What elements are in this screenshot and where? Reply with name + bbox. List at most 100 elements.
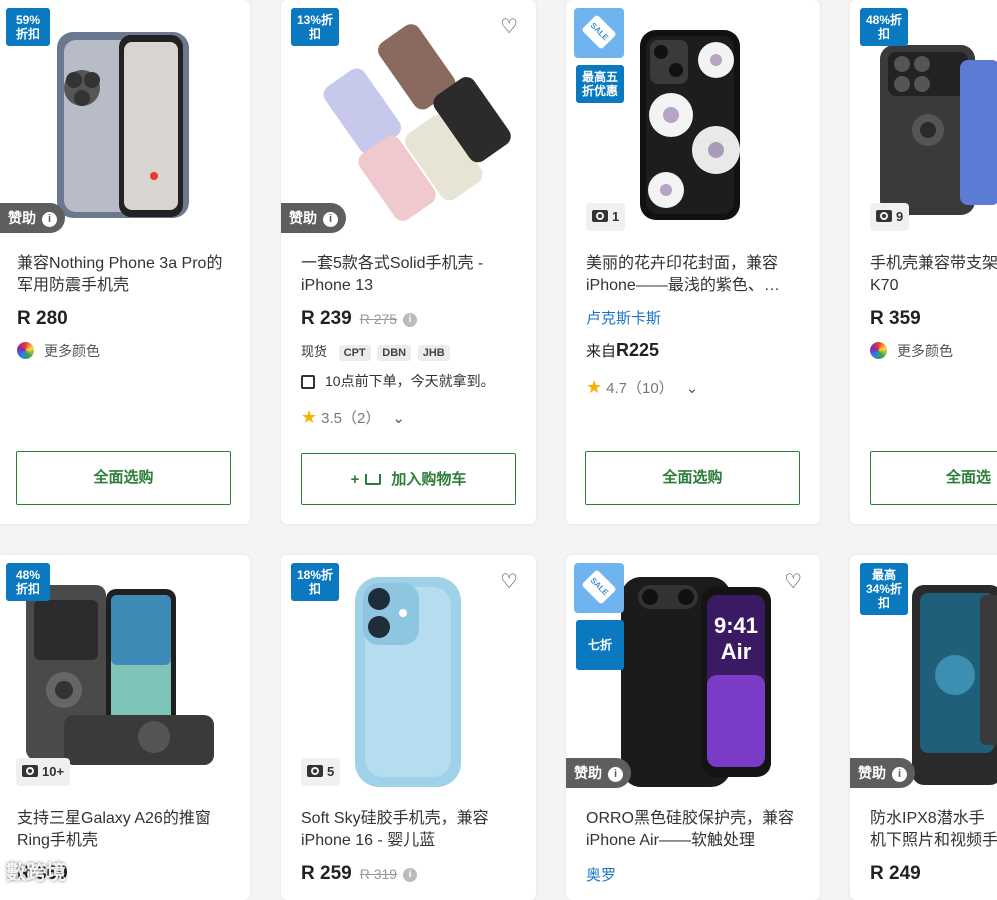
rating[interactable]: ★ 4.7（10） ⌄ bbox=[586, 377, 698, 398]
info-icon[interactable]: i bbox=[892, 767, 907, 782]
product-title[interactable]: 防水IPX8潜水手机下照片和视频手机 bbox=[870, 808, 997, 852]
chevron-down-icon[interactable]: ⌄ bbox=[686, 379, 699, 397]
discount-badge: 七折 bbox=[576, 620, 624, 670]
product-image[interactable]: 13%折扣 ♡ 赞助 i bbox=[281, 0, 536, 235]
rating-value: 3.5 bbox=[321, 410, 342, 427]
sale-tag-label: SALE bbox=[581, 14, 617, 50]
product-price: R 249 bbox=[870, 863, 921, 884]
star-icon: ★ bbox=[301, 407, 318, 427]
discount-badge: 48%折扣 bbox=[860, 8, 908, 46]
product-card[interactable]: 48%折扣 10+ 支持三星Galaxy A26的推窗Ring手机壳 R 369 bbox=[0, 555, 250, 900]
discount-badge: 最高34%折扣 bbox=[860, 563, 908, 615]
shop-all-button[interactable]: 全面选购 bbox=[585, 451, 800, 505]
sale-tag-label: SALE bbox=[581, 569, 617, 605]
delivery-text: 10点前下单，今天就拿到。 bbox=[325, 373, 495, 389]
camera-icon bbox=[307, 765, 323, 777]
discount-badge: 13%折扣 bbox=[291, 8, 339, 46]
chevron-down-icon[interactable]: ⌄ bbox=[392, 409, 405, 427]
sponsored-label: 赞助 bbox=[8, 210, 36, 226]
sponsored-badge[interactable]: 赞助 i bbox=[850, 758, 915, 788]
sponsored-badge[interactable]: 赞助 i bbox=[281, 203, 346, 233]
old-price: R 275 bbox=[359, 311, 398, 327]
color-wheel-icon bbox=[17, 342, 34, 359]
location-chip: CPT bbox=[338, 345, 371, 361]
product-image[interactable]: SALE 七折 ♡ 9:41 Air 赞助 i bbox=[566, 555, 820, 790]
from-price: 来自R225 bbox=[586, 340, 659, 361]
product-price: R 259 R 319 i bbox=[301, 863, 418, 885]
more-colors[interactable]: 更多颜色 bbox=[17, 341, 100, 361]
product-card[interactable]: 48%折扣 9 手机壳兼容带支架K70 R 359 更多颜色 全面选 bbox=[850, 0, 997, 524]
more-colors[interactable]: 更多颜色 bbox=[870, 341, 953, 361]
product-price: R 280 bbox=[17, 308, 68, 329]
more-colors-label: 更多颜色 bbox=[897, 343, 953, 359]
discount-badge: 最高五折优惠 bbox=[576, 65, 624, 103]
discount-badge: 59%折扣 bbox=[6, 8, 50, 46]
from-label: 来自 bbox=[586, 343, 617, 360]
sale-tag-icon: SALE bbox=[574, 8, 624, 58]
heart-icon[interactable]: ♡ bbox=[500, 569, 518, 594]
product-card[interactable]: SALE 七折 ♡ 9:41 Air 赞助 i ORRO黑色硅胶保护壳，兼容iPh… bbox=[566, 555, 820, 900]
heart-icon[interactable]: ♡ bbox=[500, 14, 518, 39]
product-card[interactable]: SALE 最高五折优惠 1 美丽的花卉印花封面，兼容iPhone——最浅的紫色、… bbox=[566, 0, 820, 524]
more-colors-label: 更多颜色 bbox=[44, 343, 100, 359]
rating[interactable]: ★ 3.5（2） ⌄ bbox=[301, 407, 405, 428]
info-icon[interactable]: i bbox=[42, 212, 57, 227]
watermark-text: 數跨境 bbox=[6, 862, 66, 884]
sponsored-badge[interactable]: 赞助 i bbox=[0, 203, 65, 233]
watermark: 數跨境 bbox=[0, 856, 146, 890]
shop-all-button[interactable]: 全面选购 bbox=[16, 451, 231, 505]
sponsored-badge[interactable]: 赞助 i bbox=[566, 758, 631, 788]
heart-icon[interactable]: ♡ bbox=[784, 569, 802, 594]
photo-count[interactable]: 1 bbox=[586, 203, 626, 231]
stock-label: 现货 bbox=[301, 344, 328, 359]
product-image[interactable]: SALE 最高五折优惠 1 bbox=[566, 0, 820, 235]
info-icon[interactable]: i bbox=[403, 868, 418, 882]
product-title[interactable]: 兼容Nothing Phone 3a Pro的军用防震手机壳 bbox=[17, 253, 232, 297]
sponsored-label: 赞助 bbox=[289, 210, 317, 226]
product-title[interactable]: 一套5款各式Solid手机壳 - iPhone 13 bbox=[301, 253, 516, 297]
photo-count[interactable]: 9 bbox=[870, 203, 910, 231]
product-title[interactable]: Soft Sky硅胶手机壳，兼容iPhone 16 - 婴儿蓝 bbox=[301, 808, 516, 852]
camera-icon bbox=[22, 765, 38, 777]
product-price: R 239 R 275 i bbox=[301, 308, 418, 330]
product-card[interactable]: 18%折扣 ♡ 5 Soft Sky硅胶手机壳，兼容iPhone 16 - 婴儿… bbox=[281, 555, 536, 900]
product-card[interactable]: 59%折扣 赞助 i 兼容Nothing Phone 3a Pro的军用防震手机壳… bbox=[0, 0, 250, 524]
info-icon[interactable]: i bbox=[403, 313, 418, 327]
product-title[interactable]: 支持三星Galaxy A26的推窗Ring手机壳 bbox=[17, 808, 232, 852]
product-card[interactable]: 最高34%折扣 赞助 i 防水IPX8潜水手机下照片和视频手机 R 249 bbox=[850, 555, 997, 900]
product-image[interactable]: 18%折扣 ♡ 5 bbox=[281, 555, 536, 790]
discount-badge: 18%折扣 bbox=[291, 563, 339, 601]
photo-count-label: 5 bbox=[327, 764, 335, 779]
product-card[interactable]: 13%折扣 ♡ 赞助 i 一套5款各式Solid手机壳 - iPhone 13 R… bbox=[281, 0, 536, 524]
product-image[interactable]: 59%折扣 赞助 i bbox=[0, 0, 250, 235]
info-icon[interactable]: i bbox=[323, 212, 338, 227]
product-title[interactable]: ORRO黑色硅胶保护壳，兼容iPhone Air——软触处理 bbox=[586, 808, 801, 852]
sponsored-label: 赞助 bbox=[858, 765, 886, 781]
product-title[interactable]: 手机壳兼容带支架K70 bbox=[870, 253, 997, 297]
location-chip: DBN bbox=[377, 345, 412, 361]
review-count: （10） bbox=[627, 380, 674, 397]
product-image[interactable]: 48%折扣 10+ bbox=[0, 555, 250, 790]
old-price: R 319 bbox=[359, 866, 398, 882]
info-icon[interactable]: i bbox=[608, 767, 623, 782]
brand-link[interactable]: 卢克斯卡斯 bbox=[586, 307, 661, 328]
photo-count-label: 10+ bbox=[42, 764, 65, 779]
add-to-cart-label: 加入购物车 bbox=[391, 471, 467, 488]
product-image[interactable]: 最高34%折扣 赞助 i bbox=[850, 555, 997, 790]
current-price: R 239 bbox=[301, 308, 352, 329]
add-to-cart-button[interactable]: + 加入购物车 bbox=[301, 453, 516, 505]
photo-count[interactable]: 10+ bbox=[16, 758, 71, 786]
sponsored-label: 赞助 bbox=[574, 765, 602, 781]
camera-icon bbox=[592, 210, 608, 222]
brand-link[interactable]: 奥罗 bbox=[586, 864, 616, 885]
photo-count[interactable]: 5 bbox=[301, 758, 341, 786]
product-image[interactable]: 48%折扣 9 bbox=[850, 0, 997, 235]
shop-all-button[interactable]: 全面选 bbox=[870, 451, 997, 505]
from-price-value: R225 bbox=[616, 340, 660, 360]
product-title[interactable]: 美丽的花卉印花封面，兼容iPhone——最浅的紫色、… bbox=[586, 253, 801, 297]
current-price: R 259 bbox=[301, 863, 352, 884]
camera-icon bbox=[876, 210, 892, 222]
location-chip: JHB bbox=[417, 345, 450, 361]
color-wheel-icon bbox=[870, 342, 887, 359]
star-icon: ★ bbox=[586, 377, 603, 397]
